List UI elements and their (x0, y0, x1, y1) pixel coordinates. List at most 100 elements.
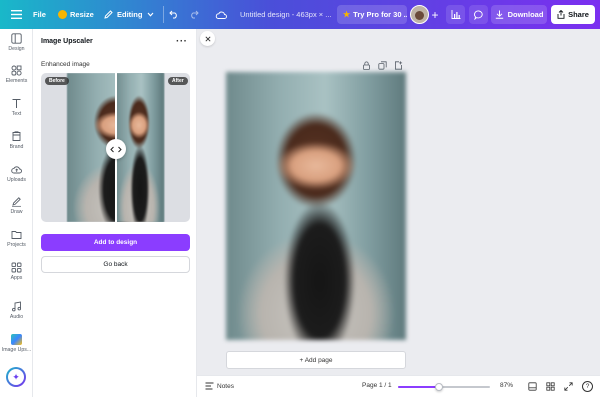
section-label: Enhanced image (41, 61, 90, 68)
sidebar-item-label: Draw (10, 209, 23, 215)
bar-chart-icon (451, 10, 460, 19)
star-icon: ★ (343, 10, 351, 19)
design-title-label: Untitled design - 463px × ... (240, 10, 332, 19)
top-toolbar: File Resize Editing Untitled design - 46… (0, 0, 600, 29)
add-to-design-label: Add to design (93, 239, 138, 246)
try-pro-button[interactable]: ★ Try Pro for 30 ... (337, 5, 407, 24)
add-collaborator-button[interactable]: + (430, 7, 440, 22)
share-button[interactable]: Share (551, 5, 595, 24)
comments-button[interactable] (469, 5, 488, 24)
sidebar-item-text[interactable]: Text (0, 98, 33, 117)
toolbar-divider (163, 6, 164, 23)
zoom-slider-fill (398, 386, 440, 388)
editing-label: Editing (117, 10, 143, 19)
zoom-slider-thumb[interactable] (435, 383, 444, 391)
editing-mode-button[interactable]: Editing (104, 8, 154, 21)
notes-icon (205, 382, 214, 390)
file-menu-button[interactable]: File (33, 8, 46, 21)
page-indicator[interactable]: Page 1 / 1 (362, 382, 392, 389)
left-sidebar: Design Elements Text Brand Uploads Draw … (0, 29, 33, 397)
help-button[interactable]: ? (582, 381, 593, 392)
left-right-arrows-icon (110, 146, 122, 152)
zoom-level[interactable]: 87% (500, 382, 513, 389)
panel-title: Image Upscaler (41, 38, 93, 45)
insights-button[interactable] (446, 5, 465, 24)
download-button[interactable]: Download (491, 5, 547, 24)
duplicate-icon (378, 61, 387, 70)
add-page-icon-button[interactable] (394, 57, 404, 70)
add-page-button[interactable]: + Add page (226, 351, 406, 369)
sidebar-item-apps[interactable]: Apps (0, 262, 33, 281)
notes-button[interactable]: Notes (205, 382, 234, 390)
zoom-slider-track[interactable] (398, 383, 490, 391)
user-avatar[interactable] (410, 5, 429, 24)
redo-icon (191, 10, 199, 19)
comparison-slider-handle[interactable] (106, 139, 126, 159)
sidebar-item-label: Text (11, 111, 22, 117)
sidebar-item-label: Elements (5, 78, 28, 84)
image-upscaler-icon (11, 334, 22, 345)
uploads-icon (11, 166, 22, 174)
plus-icon: + (431, 7, 439, 22)
design-page-image[interactable] (226, 72, 406, 340)
sidebar-item-label: Design (8, 46, 25, 52)
projects-icon (11, 231, 22, 239)
elements-icon (11, 65, 22, 76)
lock-page-button[interactable] (362, 57, 372, 70)
try-pro-label: Try Pro for 30 ... (353, 10, 407, 19)
close-icon (204, 35, 211, 42)
sidebar-item-uploads[interactable]: Uploads (0, 164, 33, 183)
design-title[interactable]: Untitled design - 463px × ... (240, 8, 332, 21)
more-options-icon[interactable]: ··· (176, 36, 188, 47)
sidebar-item-design[interactable]: Design (0, 33, 33, 52)
sidebar-item-elements[interactable]: Elements (0, 65, 33, 84)
sidebar-item-label: Image Ups... (1, 347, 32, 353)
before-badge: Before (45, 77, 69, 85)
add-to-design-button[interactable]: Add to design (41, 234, 190, 251)
after-badge: After (168, 77, 188, 85)
fullscreen-button[interactable] (564, 382, 574, 392)
canvas-area: + Add page (197, 29, 600, 375)
magic-assistant-button[interactable]: ✦ (6, 367, 26, 387)
brand-icon (12, 131, 21, 141)
sidebar-item-image-upscaler[interactable]: Image Ups... (0, 334, 33, 353)
sidebar-item-label: Apps (10, 275, 23, 281)
undo-icon (169, 10, 177, 19)
menu-icon[interactable] (8, 7, 24, 22)
grid-view-icon (546, 382, 555, 391)
duplicate-page-button[interactable] (378, 57, 388, 70)
comparison-viewer[interactable]: Before After (41, 73, 190, 222)
apps-icon (11, 262, 22, 273)
cloud-icon (215, 11, 227, 19)
sidebar-item-brand[interactable]: Brand (0, 131, 33, 150)
resize-label: Resize (70, 10, 94, 19)
new-page-icon (395, 61, 403, 70)
go-back-button[interactable]: Go back (41, 256, 190, 273)
bottom-bar: Notes Page 1 / 1 87% ? (197, 375, 600, 397)
resize-button[interactable]: Resize (58, 8, 94, 21)
sidebar-item-audio[interactable]: Audio (0, 301, 33, 320)
lock-icon (363, 61, 370, 70)
cloud-save-status[interactable] (214, 8, 228, 21)
add-page-label: + Add page (299, 356, 333, 364)
sidebar-item-projects[interactable]: Projects (0, 229, 33, 248)
sidebar-item-draw[interactable]: Draw (0, 196, 33, 215)
download-label: Download (507, 10, 544, 19)
sidebar-item-label: Audio (9, 314, 24, 320)
crown-icon (58, 10, 67, 19)
chevron-down-icon (148, 12, 154, 17)
grid-view-button[interactable] (546, 382, 556, 392)
go-back-label: Go back (103, 261, 128, 268)
share-icon (557, 10, 565, 19)
page-view-icon (528, 382, 537, 391)
notes-label: Notes (217, 382, 234, 390)
draw-icon (12, 197, 21, 207)
close-panel-button[interactable] (200, 31, 215, 46)
page-view-button[interactable] (528, 382, 538, 392)
pencil-icon (104, 10, 113, 19)
sidebar-item-label: Projects (7, 242, 26, 248)
avatar-face (415, 11, 424, 20)
redo-button[interactable] (188, 8, 200, 21)
undo-button[interactable] (168, 8, 180, 21)
image-upscaler-panel: Image Upscaler ··· Enhanced image Before… (33, 29, 197, 397)
